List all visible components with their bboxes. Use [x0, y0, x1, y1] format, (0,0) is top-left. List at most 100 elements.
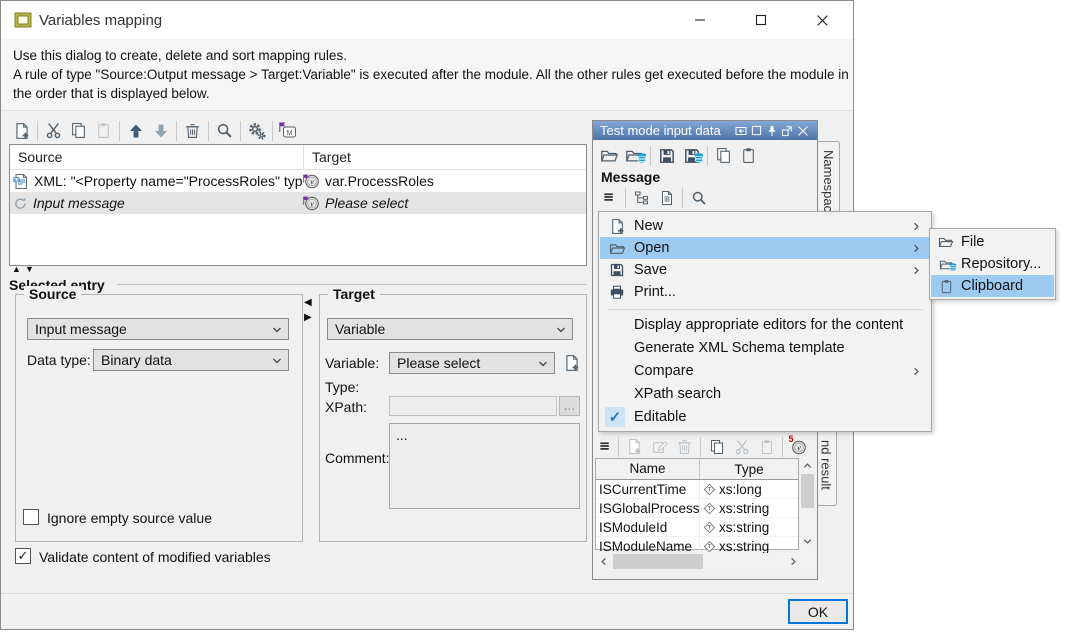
description-line: the order that is displayed below.: [13, 84, 841, 103]
copy-button[interactable]: [66, 118, 91, 143]
menu-item-print[interactable]: Print...: [600, 281, 930, 303]
data-type-value: Binary data: [101, 352, 172, 368]
paste-content-button[interactable]: [736, 143, 761, 168]
xpath-input[interactable]: [389, 396, 557, 416]
open-file-button[interactable]: [597, 143, 622, 168]
scroll-right-icon[interactable]: [788, 556, 799, 567]
maximize-panel-icon[interactable]: [749, 123, 764, 138]
delete-button[interactable]: [180, 118, 205, 143]
sort-down-button[interactable]: ▼: [25, 264, 34, 274]
menu-item-display-editors[interactable]: Display appropriate editors for the cont…: [600, 314, 930, 336]
ignore-empty-label: Ignore empty source value: [47, 510, 212, 526]
submenu-item-file[interactable]: File: [931, 231, 1054, 253]
paste-variable-button[interactable]: [754, 434, 779, 459]
folder-icon: [600, 240, 634, 257]
move-down-button[interactable]: [148, 118, 173, 143]
menu-item-save[interactable]: Save: [600, 259, 930, 281]
cut-variable-button[interactable]: [729, 434, 754, 459]
selected-entry-rule: [117, 284, 586, 285]
test-panel-titlebar[interactable]: Test mode input data: [593, 121, 817, 140]
variable-type: xs:long: [719, 482, 762, 497]
collapse-right-button[interactable]: ▶: [304, 312, 312, 323]
tab-send-result[interactable]: nd result: [816, 424, 837, 506]
collapse-left-button[interactable]: ◀: [304, 297, 312, 308]
target-type-select[interactable]: Variable: [327, 318, 573, 340]
variable-icon: [304, 173, 320, 189]
save-file-button[interactable]: [654, 143, 679, 168]
variables-button[interactable]: 5: [786, 434, 811, 459]
variable-select[interactable]: Please select: [389, 352, 555, 374]
variable-row[interactable]: ISGlobalProcessId xs:string: [596, 499, 798, 518]
new-rule-button[interactable]: [9, 118, 34, 143]
sort-up-button[interactable]: ▲: [12, 264, 21, 274]
scroll-down-icon[interactable]: [802, 536, 813, 547]
toolbar-separator: [650, 146, 651, 166]
search-button[interactable]: [212, 118, 237, 143]
menu-item-generate-schema[interactable]: Generate XML Schema template: [600, 337, 930, 359]
column-header-source[interactable]: Source: [10, 145, 304, 169]
schema-type-icon: [703, 483, 716, 496]
data-type-select[interactable]: Binary data: [93, 349, 289, 371]
paste-button[interactable]: [91, 118, 116, 143]
submenu-arrow-icon: [911, 265, 922, 276]
close-icon[interactable]: [799, 5, 845, 35]
horizontal-scrollbar[interactable]: [595, 553, 815, 570]
mapping-row[interactable]: XML: "<Property name="ProcessRoles" typ.…: [10, 170, 586, 192]
toolbar-separator: [782, 437, 783, 457]
copy-variable-button[interactable]: [704, 434, 729, 459]
scroll-left-icon[interactable]: [598, 556, 609, 567]
comment-label: Comment:: [325, 450, 390, 466]
column-header-type[interactable]: Type: [700, 462, 798, 477]
ok-button[interactable]: OK: [788, 599, 848, 624]
menu-hamburger-icon[interactable]: [595, 434, 615, 459]
menu-item-editable[interactable]: ✓ Editable: [600, 406, 930, 428]
dock-left-icon[interactable]: [733, 123, 748, 138]
cut-button[interactable]: [41, 118, 66, 143]
toolbar-separator: [625, 188, 626, 208]
column-header-name[interactable]: Name: [596, 459, 700, 479]
source-group-label: Source: [24, 286, 81, 302]
float-icon[interactable]: [779, 123, 794, 138]
menu-item-open[interactable]: Open: [600, 237, 930, 259]
move-up-button[interactable]: [123, 118, 148, 143]
menu-hamburger-icon[interactable]: [597, 185, 622, 210]
new-variable-button[interactable]: [559, 350, 584, 375]
scroll-up-icon[interactable]: [802, 460, 813, 471]
comment-input[interactable]: ...: [389, 423, 580, 509]
settings-button[interactable]: [244, 118, 269, 143]
menu-item-xpath-search[interactable]: XPath search: [600, 383, 930, 405]
open-repository-button[interactable]: [622, 143, 647, 168]
maximize-icon[interactable]: [738, 5, 784, 35]
minimize-icon[interactable]: [677, 5, 723, 35]
pin-icon[interactable]: [764, 123, 779, 138]
menu-item-new[interactable]: New: [600, 215, 930, 237]
xpath-browse-button[interactable]: ...: [559, 396, 580, 416]
menu-item-label: Editable: [634, 409, 686, 425]
source-type-select[interactable]: Input message: [27, 318, 289, 340]
tree-view-button[interactable]: [629, 185, 654, 210]
edit-variable-button[interactable]: [647, 434, 672, 459]
delete-variable-button[interactable]: [672, 434, 697, 459]
module-variables-button[interactable]: M: [276, 118, 301, 143]
close-panel-icon[interactable]: [795, 123, 810, 138]
vertical-scrollbar[interactable]: [800, 458, 815, 550]
document-view-button[interactable]: [654, 185, 679, 210]
variable-row[interactable]: ISCurrentTime xs:long: [596, 480, 798, 499]
variable-row[interactable]: ISModuleId xs:string: [596, 518, 798, 537]
schema-type-icon: [703, 540, 716, 553]
save-repository-button[interactable]: [679, 143, 704, 168]
scrollbar-thumb[interactable]: [613, 554, 703, 569]
submenu-item-repository[interactable]: Repository...: [931, 253, 1054, 275]
search-content-button[interactable]: [686, 185, 711, 210]
new-variable-button[interactable]: [622, 434, 647, 459]
mapping-row-selected[interactable]: Input message Please select: [10, 192, 586, 214]
menu-item-label: Print...: [634, 284, 676, 300]
message-toolbar: [597, 185, 711, 210]
ignore-empty-checkbox[interactable]: [23, 509, 39, 525]
validate-checkbox[interactable]: ✓: [15, 548, 31, 564]
submenu-item-clipboard[interactable]: Clipboard: [931, 275, 1054, 297]
column-header-target[interactable]: Target: [304, 149, 586, 165]
scrollbar-thumb[interactable]: [801, 474, 814, 508]
copy-content-button[interactable]: [711, 143, 736, 168]
menu-item-compare[interactable]: Compare: [600, 360, 930, 382]
